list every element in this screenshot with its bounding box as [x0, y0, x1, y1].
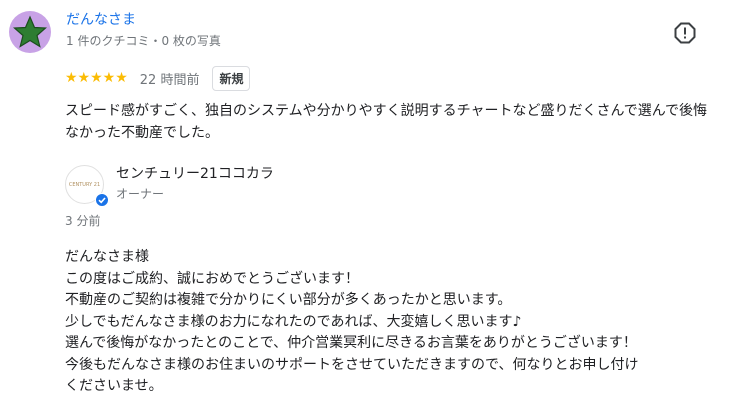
reviewer-meta: 1 件のクチコミ・0 枚の写真	[66, 34, 221, 48]
reply-line: だんなさま様	[65, 249, 149, 265]
reply-line: 今後もだんなさま様のお住まいのサポートをさせていただきますので、何なりとお申し付…	[65, 356, 639, 373]
reviewer-name[interactable]: だんなさま	[66, 11, 136, 29]
reply-time: 3 分前	[65, 214, 101, 228]
reply-line: 不動産のご契約は複雑で分かりにくい部分が多くあったかと思います。	[65, 292, 512, 308]
reply-line: 選んで後悔がなかったとのことで、仲介営業冥利に尽きるお言葉をありがとうございます…	[65, 335, 637, 351]
owner-avatar[interactable]: CENTURY 21	[65, 165, 109, 207]
rating-row: ★★★★★ 22 時間前 新規	[65, 65, 251, 91]
review-time: 22 時間前	[139, 72, 200, 88]
new-badge: 新規	[212, 65, 251, 91]
report-button[interactable]	[672, 20, 698, 46]
owner-logo: CENTURY 21	[68, 181, 101, 188]
owner-name[interactable]: センチュリー21ココカラ	[116, 165, 274, 183]
reply-line: くださいませ。	[65, 378, 163, 394]
flag-alert-icon	[674, 22, 696, 44]
review-text: スピード感がすごく、独自のシステムや分かりやすく説明するチャートなど盛りだくさん…	[65, 103, 708, 141]
verified-check-icon	[95, 193, 109, 207]
owner-reply-text: だんなさま様 この度はご成約、誠におめでとうございます！ 不動産のご契約は複雑で…	[65, 247, 725, 398]
reply-line: 少しでもだんなさま様のお力になれたのであれば、大変嬉しく思います♪	[65, 313, 522, 330]
owner-role: オーナー	[116, 187, 165, 201]
green-star-icon	[12, 15, 48, 48]
reply-line: この度はご成約、誠におめでとうございます！	[65, 270, 359, 287]
star-rating: ★★★★★	[65, 70, 128, 86]
reviewer-avatar[interactable]	[9, 11, 51, 53]
